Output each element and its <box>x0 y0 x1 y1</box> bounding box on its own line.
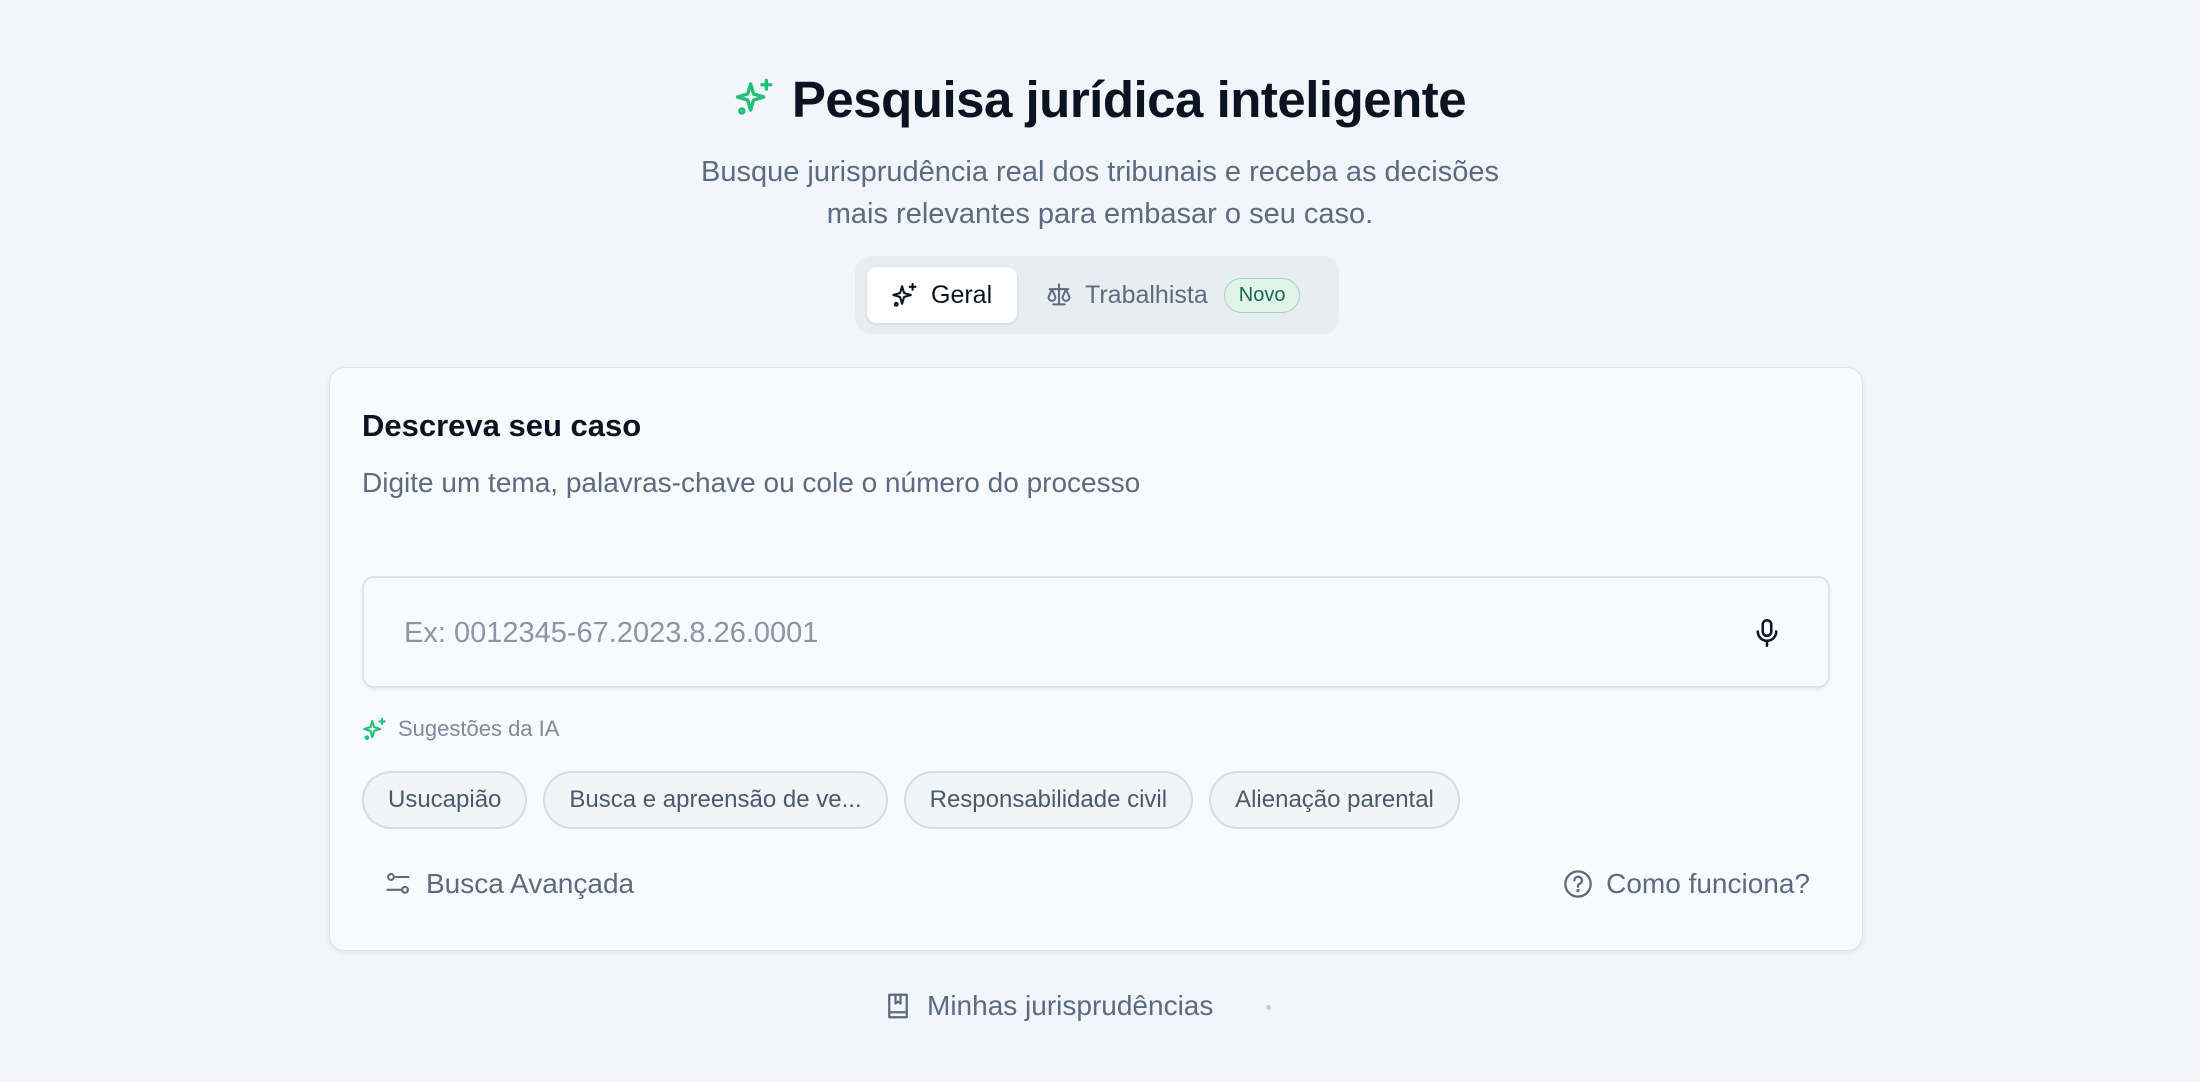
question-circle-icon <box>1564 870 1592 898</box>
advanced-search-button[interactable]: Busca Avançada <box>384 868 634 900</box>
scale-icon <box>1047 283 1071 306</box>
how-it-works-label: Como funciona? <box>1606 868 1810 899</box>
sparkles-icon <box>892 282 917 307</box>
suggestion-chip[interactable]: Responsabilidade civil <box>903 771 1194 829</box>
my-jurisprudence-label: Minhas jurisprudências <box>927 990 1214 1021</box>
my-jurisprudence-link[interactable]: Minhas jurisprudências <box>883 990 1213 1022</box>
page: Pesquisa jurídica inteligente Busque jur… <box>0 0 2200 1082</box>
page-title-row: Pesquisa jurídica inteligente <box>0 70 2200 129</box>
card-title: Descreva seu caso <box>362 408 642 443</box>
case-search-input[interactable] <box>404 608 1704 658</box>
advanced-search-label: Busca Avançada <box>426 868 635 899</box>
card-description: Digite um tema, palavras-chave ou cole o… <box>362 467 1141 498</box>
subtitle-line-2: mais relevantes para embasar o seu caso. <box>826 198 1374 230</box>
mode-general-button[interactable]: Geral <box>867 267 1017 323</box>
suggestion-chip[interactable]: Alienação parental <box>1209 771 1460 829</box>
microphone-icon[interactable] <box>1750 616 1784 650</box>
suggestion-chip[interactable]: Usucapião <box>362 771 528 829</box>
sliders-icon <box>386 873 410 894</box>
page-subtitle: Busque jurisprudência real dos tribunais… <box>0 151 2200 235</box>
search-box <box>362 576 1830 688</box>
page-title: Pesquisa jurídica inteligente <box>791 71 1467 128</box>
bookmark-book-icon <box>888 993 908 1019</box>
suggestion-chips: Usucapião Busca e apreensão de ve... Res… <box>362 771 1460 829</box>
how-it-works-button[interactable]: Como funciona? <box>1562 868 1810 900</box>
search-mode-switch: Geral Trabalhista Novo <box>855 256 1339 334</box>
suggestion-chip[interactable]: Busca e apreensão de ve... <box>543 771 888 829</box>
mode-general-label: Geral <box>931 280 993 309</box>
ai-suggestions-text: Sugestões da IA <box>398 716 560 741</box>
mode-labor-label: Trabalhista <box>1085 280 1208 309</box>
ai-suggestions-label: Sugestões da IA <box>362 716 559 742</box>
new-badge: Novo <box>1223 277 1301 313</box>
mode-labor-button[interactable]: Trabalhista Novo <box>1017 267 1301 323</box>
subtitle-line-1: Busque jurisprudência real dos tribunais… <box>701 156 1499 188</box>
case-search-card: Descreva seu caso Digite um tema, palavr… <box>329 367 1863 951</box>
sparkles-icon <box>734 76 776 123</box>
footer-separator-dot <box>1266 1005 1271 1010</box>
sparkles-icon <box>363 717 386 740</box>
